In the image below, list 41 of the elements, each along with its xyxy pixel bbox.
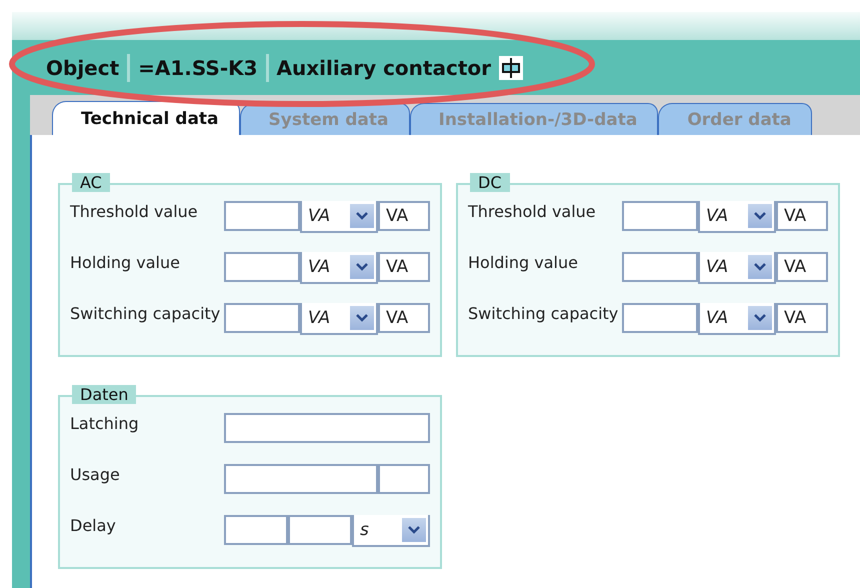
input-field[interactable] — [622, 201, 698, 231]
unit-field[interactable]: VA — [378, 201, 430, 231]
unit-field[interactable]: VA — [776, 303, 828, 333]
input-field[interactable] — [224, 303, 300, 333]
unit-dropdown[interactable]: VA — [300, 303, 378, 335]
unit-field[interactable]: VA — [776, 252, 828, 282]
input-field[interactable] — [288, 515, 352, 545]
unit-field[interactable]: VA — [776, 201, 828, 231]
object-id: =A1.SS-K3 — [138, 56, 258, 80]
field-label: Usage — [70, 464, 121, 484]
field-label: Latching — [70, 413, 140, 433]
unit-dropdown[interactable]: VA — [300, 252, 378, 284]
input-field[interactable] — [224, 252, 300, 282]
input-field[interactable] — [224, 201, 300, 231]
input-field[interactable] — [224, 515, 288, 545]
field-label: Switching capacity — [70, 303, 222, 323]
unit-field[interactable]: VA — [378, 252, 430, 282]
field-label: Threshold value — [70, 201, 199, 221]
unit-dropdown[interactable]: s — [352, 515, 430, 547]
unit-field[interactable] — [378, 464, 430, 494]
contactor-symbol-icon — [498, 56, 523, 80]
unit-dropdown[interactable]: VA — [698, 303, 776, 335]
input-field[interactable] — [622, 252, 698, 282]
unit-dropdown[interactable]: VA — [698, 252, 776, 284]
object-label: Object — [46, 56, 120, 80]
field-label: Threshold value — [468, 201, 597, 221]
field-label: Holding value — [468, 252, 579, 272]
unit-dropdown[interactable]: VA — [698, 201, 776, 233]
input-field[interactable] — [622, 303, 698, 333]
group-title: DC — [470, 173, 510, 192]
field-label: Delay — [70, 515, 117, 535]
object-type: Auxiliary contactor — [276, 56, 491, 80]
unit-dropdown[interactable]: VA — [300, 201, 378, 233]
group-title: Daten — [72, 385, 136, 404]
tab[interactable]: Technical data — [52, 101, 240, 135]
field-label: Holding value — [70, 252, 181, 272]
input-field[interactable] — [224, 413, 430, 443]
field-label: Switching capacity — [468, 303, 620, 323]
group-title: AC — [72, 173, 110, 192]
unit-field[interactable]: VA — [378, 303, 430, 333]
input-field[interactable] — [224, 464, 378, 494]
